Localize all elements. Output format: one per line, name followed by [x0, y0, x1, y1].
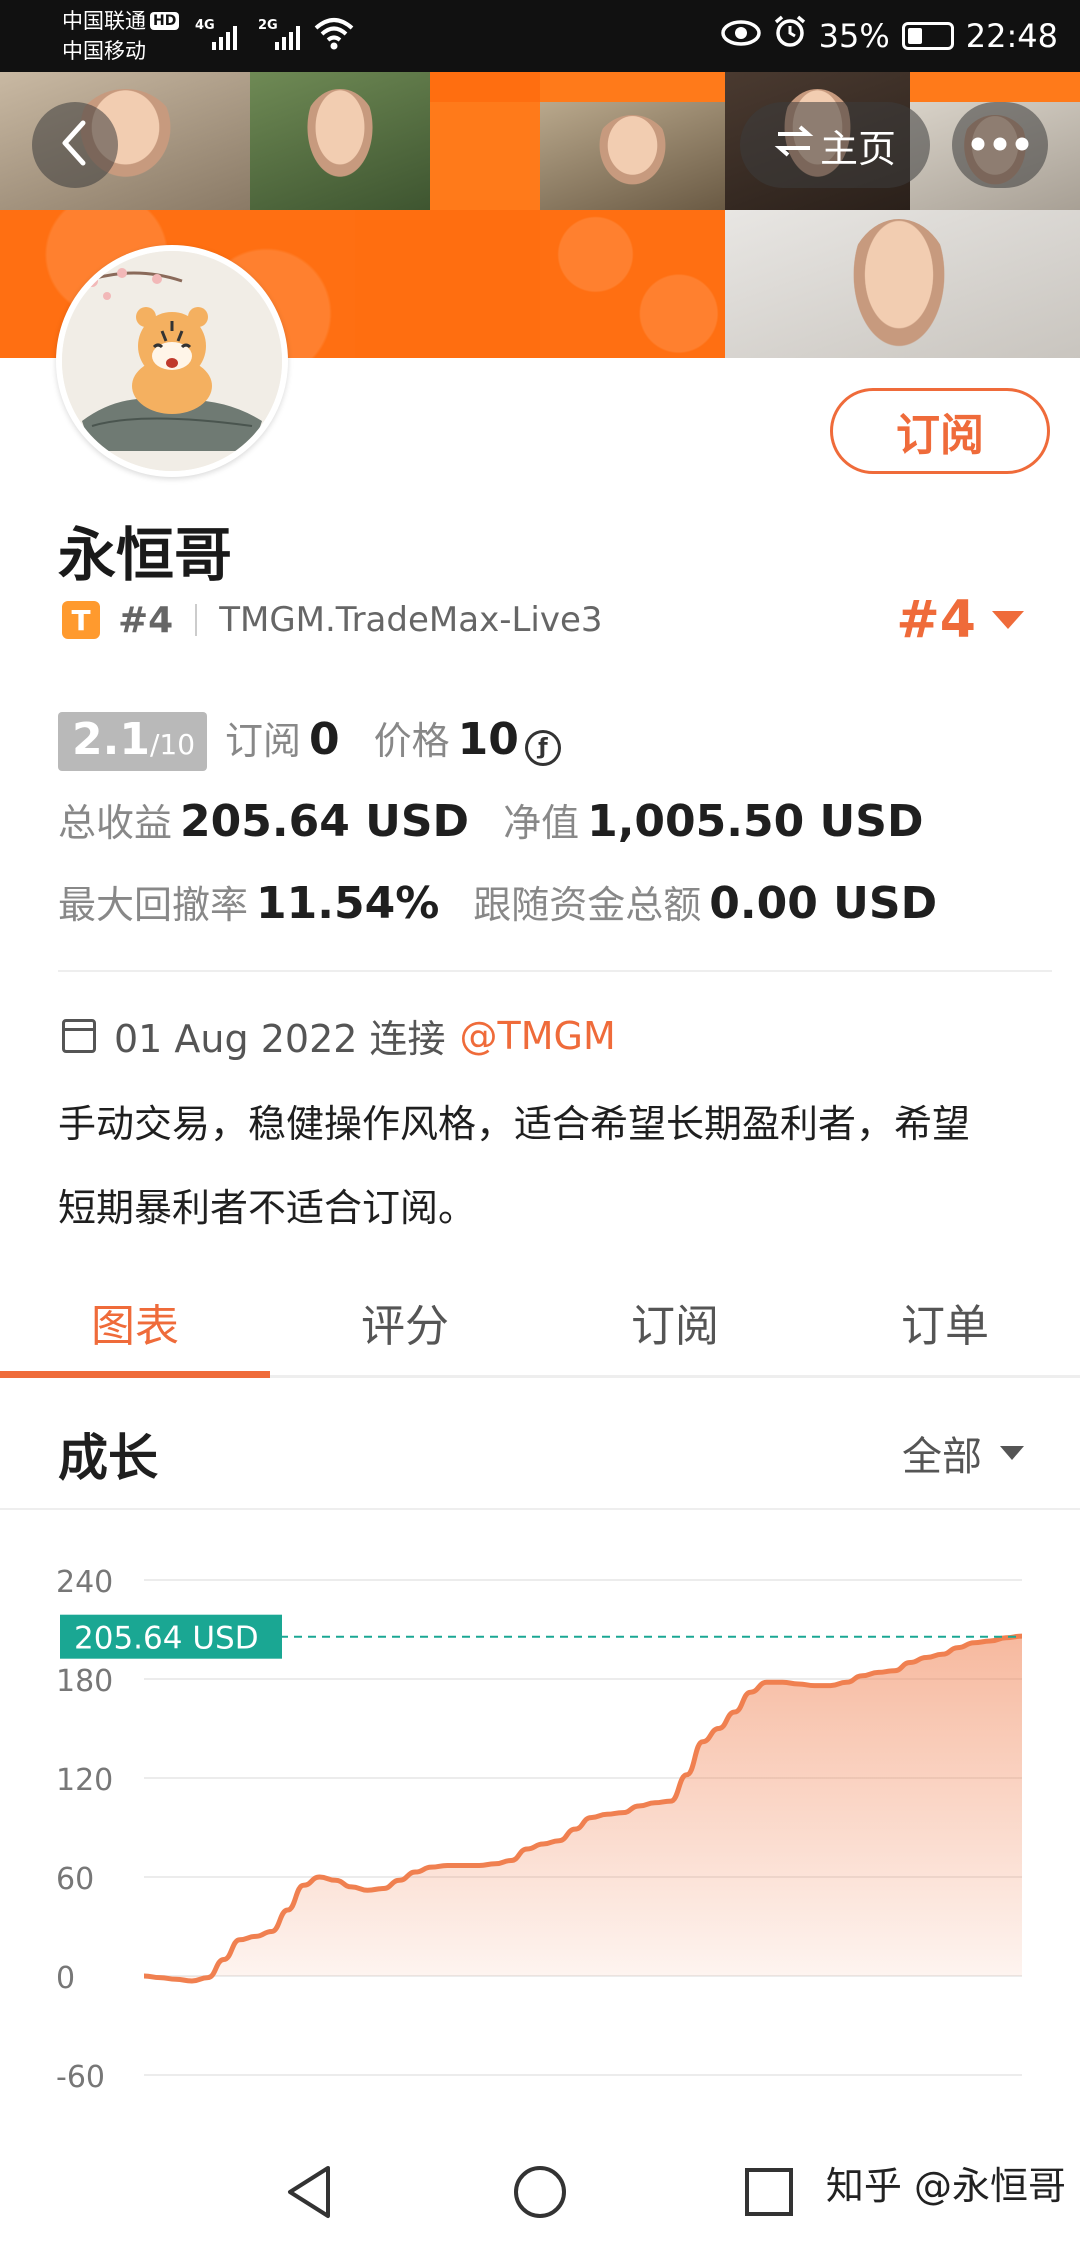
tiger-avatar-image	[62, 251, 282, 471]
banner-photo	[540, 102, 725, 210]
wifi-icon	[314, 16, 354, 54]
rank-big-label: #4	[896, 590, 976, 650]
banner-photo	[250, 72, 430, 210]
watermark: 知乎 @永恒哥	[825, 2164, 1066, 2208]
back-button[interactable]	[32, 102, 118, 188]
clock: 22:48	[965, 17, 1058, 55]
description-line: 手动交易，稳健操作风格，适合希望长期盈利者，希望	[58, 1102, 971, 1146]
drawdown-value: 11.54%	[256, 878, 440, 929]
profile-description: 手动交易，稳健操作风格，适合希望长期盈利者，希望 短期暴利者不适合订阅。	[58, 1082, 1048, 1250]
calendar-icon	[62, 1018, 96, 1053]
nav-back-button[interactable]	[282, 2162, 336, 2226]
home-label: 主页	[819, 126, 896, 171]
y-tick-label: 120	[56, 1763, 113, 1798]
subscribe-button[interactable]: 订阅	[830, 388, 1050, 474]
broker-mention-link[interactable]: @TMGM	[460, 1014, 616, 1058]
price-value: 10	[457, 714, 519, 765]
coin-icon: ƒ	[524, 730, 561, 766]
profit-value: 205.64 USD	[180, 796, 470, 847]
tab-orders[interactable]: 订单	[810, 1268, 1080, 1375]
growth-section-header: 成长 全部	[0, 1380, 1080, 1510]
price-label: 价格	[373, 719, 450, 763]
battery-icon	[901, 22, 954, 50]
divider	[58, 970, 1052, 972]
battery-percent: 35%	[818, 17, 890, 55]
tab-bar: 图表 评分 订阅 订单	[0, 1268, 1080, 1378]
eye-icon	[720, 17, 761, 55]
description-line: 短期暴利者不适合订阅。	[58, 1186, 477, 1230]
avatar[interactable]	[56, 245, 288, 477]
current-value-label: 205.64 USD	[74, 1621, 259, 1657]
circle-home-icon	[514, 2166, 566, 2218]
carrier-1: 中国联通	[62, 9, 146, 33]
status-bar: 中国联通 HD 中国移动 4G 2G 35% 22:48	[0, 0, 1080, 72]
alarm-icon	[773, 15, 807, 57]
caret-down-icon	[992, 611, 1024, 629]
stats-row-3: 最大回撤率 11.54% 跟随资金总额 0.00 USD	[58, 874, 971, 956]
follow-value: 0.00 USD	[709, 878, 938, 929]
stats-row-2: 总收益 205.64 USD 净值 1,005.50 USD	[58, 792, 971, 874]
banner-tile	[430, 72, 540, 102]
follow-label: 跟随资金总额	[473, 883, 702, 927]
stats-row-1: 2.1/10 订阅 0 价格 10 ƒ	[58, 710, 971, 792]
growth-chart: 240 180 120 60 0 -60 205.64 USD	[0, 1510, 1080, 2140]
more-button[interactable]	[952, 102, 1048, 188]
equity-label: 净值	[503, 801, 580, 845]
nav-recents-button[interactable]	[743, 2166, 795, 2222]
signal-icon	[212, 22, 237, 50]
y-tick-label: 180	[56, 1664, 113, 1699]
hd-badge: HD	[150, 12, 180, 30]
y-tick-label: 60	[56, 1862, 94, 1897]
range-filter-dropdown[interactable]: 全部	[902, 1424, 1024, 1482]
filter-label: 全部	[902, 1434, 982, 1480]
tab-chart[interactable]: 图表	[0, 1268, 270, 1378]
profile-meta: T #4 TMGM.TradeMax-Live3	[62, 598, 603, 642]
equity-value: 1,005.50 USD	[587, 796, 924, 847]
connect-date: 01 Aug 2022 连接	[114, 1017, 446, 1061]
nav-home-button[interactable]	[512, 2164, 568, 2224]
growth-chart-svg: 240 180 120 60 0 -60 205.64 USD	[56, 1565, 1023, 2095]
score-value: 2.1	[72, 714, 150, 765]
signal-icon-2	[275, 22, 300, 50]
swap-icon	[774, 123, 814, 167]
stats-block: 2.1/10 订阅 0 价格 10 ƒ 总收益 205.64 USD 净值 1,…	[58, 710, 971, 956]
y-tick-label: 240	[56, 1565, 113, 1600]
profile-name: 永恒哥	[58, 521, 233, 589]
rank-dropdown[interactable]: #4	[896, 590, 1024, 650]
drawdown-label: 最大回撤率	[58, 883, 249, 927]
caret-down-icon	[1000, 1446, 1024, 1460]
triangle-back-icon	[288, 2166, 330, 2218]
tab-rating[interactable]: 评分	[270, 1268, 540, 1375]
tab-subscription[interactable]: 订阅	[540, 1268, 810, 1375]
chevron-left-icon	[55, 119, 95, 171]
rank-small: #4	[118, 599, 174, 641]
subs-label: 订阅	[225, 719, 302, 763]
y-tick-label: -60	[56, 2060, 105, 2095]
profit-label: 总收益	[58, 801, 173, 845]
score-max: /10	[149, 728, 196, 761]
home-button[interactable]: 主页	[740, 102, 930, 188]
more-icon	[970, 136, 1030, 155]
subs-value: 0	[309, 714, 340, 765]
connection-info: 01 Aug 2022 连接 @TMGM	[62, 1008, 616, 1063]
carrier-info: 中国联通 HD 中国移动	[62, 6, 180, 66]
y-tick-label: 0	[56, 1961, 75, 1996]
carrier-2: 中国移动	[62, 39, 146, 63]
divider	[195, 604, 198, 636]
level-badge: T	[62, 601, 100, 639]
banner-tile	[355, 210, 540, 358]
banner-tile	[540, 210, 725, 358]
banner-photo	[725, 210, 1080, 358]
section-title: 成长	[58, 1429, 158, 1487]
score-badge: 2.1/10	[58, 712, 208, 771]
server-name: TMGM.TradeMax-Live3	[219, 600, 603, 640]
square-recents-icon	[745, 2168, 793, 2216]
